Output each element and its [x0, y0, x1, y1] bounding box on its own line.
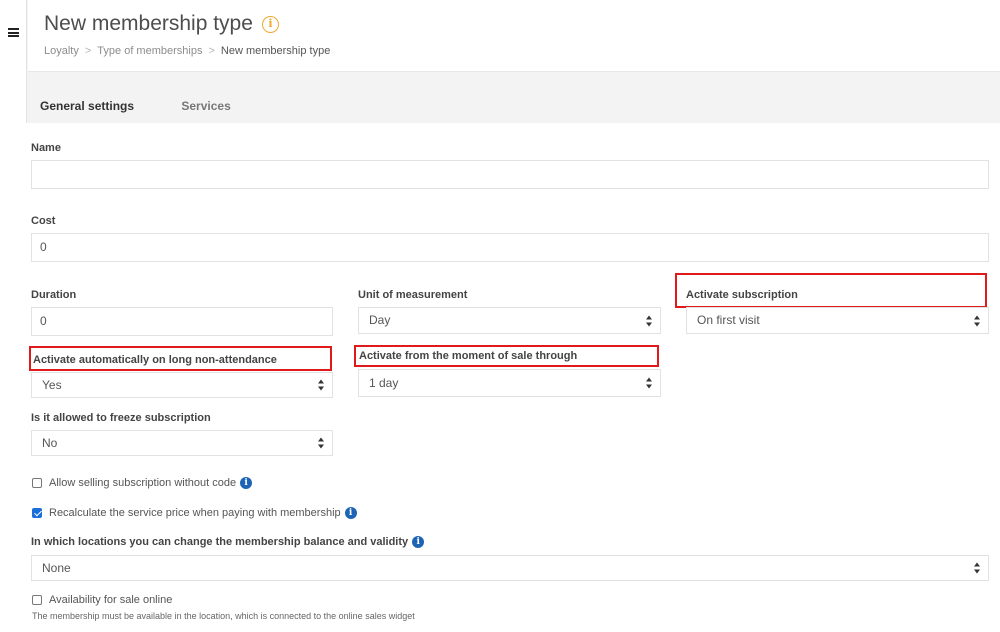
select-arrows-icon [318, 437, 325, 449]
duration-input[interactable]: 0 [31, 307, 333, 336]
duration-label: Duration [31, 289, 77, 301]
hamburger-menu-icon[interactable] [8, 28, 19, 37]
breadcrumb-separator: > [208, 45, 215, 57]
tab-services[interactable]: Services [181, 99, 230, 113]
freeze-value: No [42, 436, 58, 450]
locations-select[interactable]: None [31, 555, 989, 581]
online-sale-label: Availability for sale online [49, 594, 173, 606]
allow-without-code-label: Allow selling subscription without code [49, 477, 237, 489]
activate-from-sale-value: 1 day [369, 376, 399, 390]
page-title-text: New membership type [44, 12, 253, 35]
select-arrows-icon [646, 377, 653, 389]
allow-without-code-checkbox[interactable] [32, 478, 42, 488]
online-sale-row: Availability for sale online [32, 594, 172, 606]
locations-value: None [42, 561, 71, 575]
freeze-label: Is it allowed to freeze subscription [31, 412, 211, 424]
select-arrows-icon [974, 562, 981, 574]
activate-auto-value: Yes [42, 378, 62, 392]
breadcrumb-current: New membership type [220, 45, 331, 57]
page-title: New membership type i [44, 12, 279, 36]
breadcrumb-memberships[interactable]: Type of memberships [97, 45, 202, 57]
freeze-select[interactable]: No [31, 430, 333, 456]
select-arrows-icon [974, 315, 981, 326]
allow-without-code-row: Allow selling subscription without code … [32, 477, 253, 489]
tab-bar: General settings Services [40, 99, 275, 113]
page-header: New membership type i Loyalty > Type of me… [28, 0, 1000, 72]
select-arrows-icon [646, 315, 653, 326]
info-icon[interactable]: i [261, 15, 279, 33]
activate-from-sale-label: Activate from the moment of sale through [359, 350, 578, 362]
unit-select[interactable]: Day [358, 307, 661, 334]
activate-subscription-label: Activate subscription [686, 289, 798, 301]
activate-from-sale-select[interactable]: 1 day [358, 369, 661, 397]
cost-label: Cost [31, 215, 56, 227]
unit-label: Unit of measurement [358, 289, 468, 301]
recalculate-price-label: Recalculate the service price when payin… [49, 507, 341, 519]
unit-select-value: Day [369, 313, 391, 327]
online-sale-note: The membership must be available in the … [32, 611, 415, 621]
breadcrumb-loyalty[interactable]: Loyalty [44, 45, 79, 57]
recalculate-price-row: Recalculate the service price when payin… [32, 507, 357, 519]
online-sale-checkbox[interactable] [32, 595, 42, 605]
locations-label: In which locations you can change the me… [31, 536, 409, 548]
name-label: Name [31, 142, 61, 154]
info-icon[interactable]: i [344, 507, 357, 519]
locations-label-row: In which locations you can change the me… [31, 536, 425, 548]
activate-auto-label: Activate automatically on long non-atten… [33, 354, 277, 366]
name-input[interactable] [31, 160, 989, 189]
breadcrumb: Loyalty > Type of memberships > New membersh… [44, 45, 330, 57]
info-icon[interactable]: i [240, 477, 253, 489]
activate-subscription-value: On first visit [697, 313, 760, 327]
info-icon[interactable]: i [412, 536, 425, 548]
breadcrumb-separator: > [84, 45, 92, 57]
select-arrows-icon [318, 379, 325, 391]
activate-auto-select[interactable]: Yes [31, 372, 333, 398]
activate-subscription-select[interactable]: On first visit [686, 307, 989, 334]
recalculate-price-checkbox[interactable] [32, 508, 42, 518]
cost-input[interactable]: 0 [31, 233, 989, 262]
tab-general-settings[interactable]: General settings [40, 99, 134, 113]
